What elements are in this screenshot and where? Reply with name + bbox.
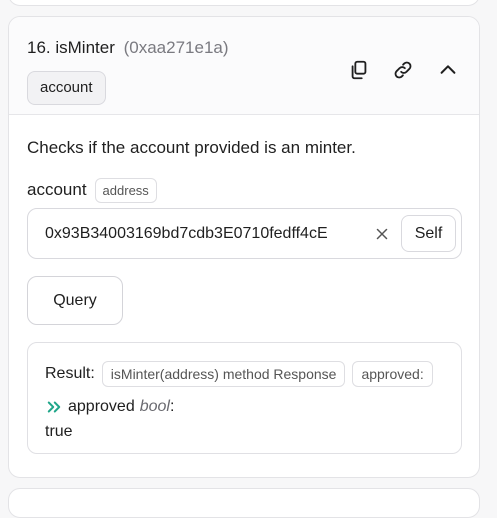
output-value: true xyxy=(45,423,73,440)
clear-icon[interactable] xyxy=(372,224,392,244)
output-colon: : xyxy=(169,398,175,415)
param-type-badge: address xyxy=(94,177,157,203)
result-label: Result: xyxy=(45,365,95,382)
param-label-row: account address xyxy=(27,177,157,203)
approved-field-tag: approved: xyxy=(352,361,433,387)
function-card-header[interactable]: 16. isMinter (0xaa271e1a) account xyxy=(9,17,479,115)
query-button[interactable]: Query xyxy=(27,276,123,325)
result-header: Result: isMinter(address) method Respons… xyxy=(45,361,440,387)
method-response-tag: isMinter(address) method Response xyxy=(101,361,346,387)
self-button[interactable]: Self xyxy=(401,215,456,252)
param-name: account xyxy=(27,180,87,199)
link-icon[interactable] xyxy=(390,57,416,83)
chevron-up-icon[interactable] xyxy=(435,57,461,83)
account-input[interactable]: 0x93B34003169bd7cdb3E0710fedff4cE Self xyxy=(27,208,462,259)
function-description: Checks if the account provided is an min… xyxy=(27,138,356,157)
next-function-card xyxy=(8,488,480,518)
previous-function-card xyxy=(8,0,480,6)
double-chevron-right-icon xyxy=(45,398,63,416)
output-row: approved bool : xyxy=(45,396,174,418)
account-input-value[interactable]: 0x93B34003169bd7cdb3E0710fedff4cE xyxy=(45,224,350,244)
output-name: approved xyxy=(68,398,135,415)
copy-icon[interactable] xyxy=(346,57,372,83)
function-card: 16. isMinter (0xaa271e1a) account Checks… xyxy=(8,16,480,478)
result-panel: Result: isMinter(address) method Respons… xyxy=(27,342,462,454)
function-title: 16. isMinter (0xaa271e1a) xyxy=(27,38,229,58)
output-type: bool xyxy=(139,398,170,415)
account-tag[interactable]: account xyxy=(27,71,106,105)
function-name: 16. isMinter xyxy=(27,38,115,57)
function-selector: (0xaa271e1a) xyxy=(123,38,229,57)
